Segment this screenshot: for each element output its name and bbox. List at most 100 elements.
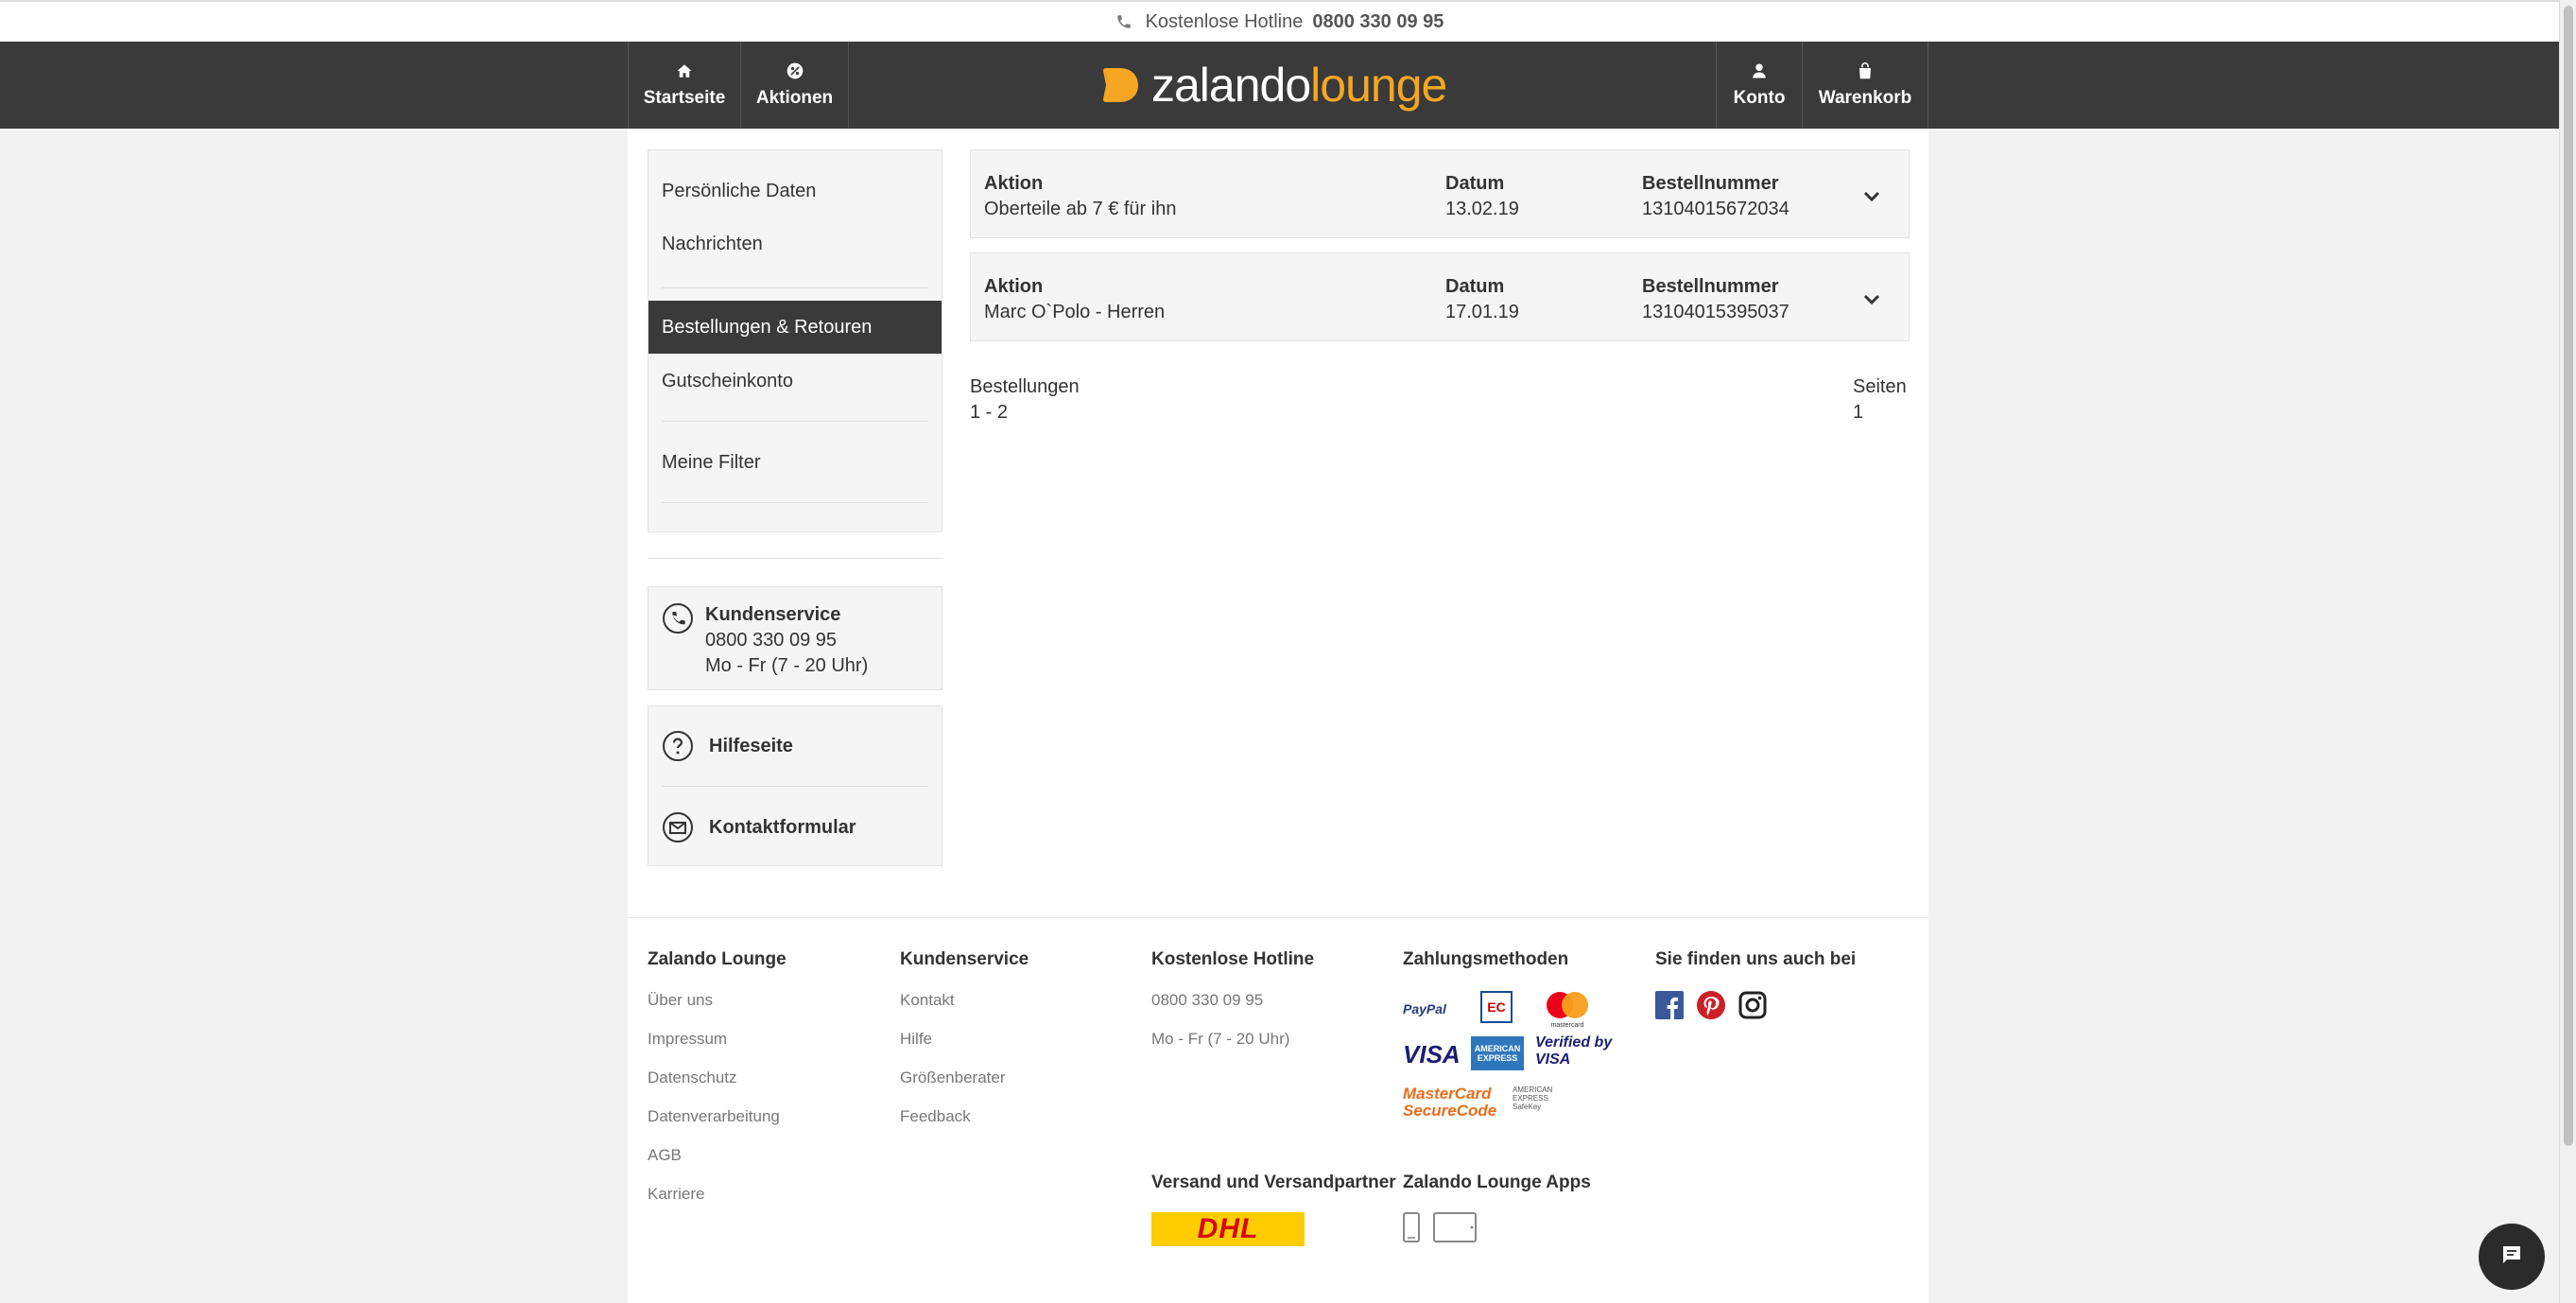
order-number-header: Bestellnummer (1642, 173, 1779, 194)
order-row[interactable]: Aktion Marc O`Polo - Herren Datum 17.01.… (970, 252, 1910, 341)
facebook-icon[interactable] (1655, 991, 1684, 1024)
page-scrollbar[interactable] (2559, 0, 2576, 1303)
footer-hotline-number[interactable]: 0800 330 09 95 (1151, 991, 1314, 1030)
order-action-value: Marc O`Polo - Herren (984, 302, 1166, 322)
hotline-number[interactable]: 0800 330 09 95 (1312, 11, 1444, 33)
nav-warenkorb[interactable]: Warenkorb (1803, 42, 1928, 129)
app-devices (1403, 1212, 1591, 1247)
pagination: Seiten 1 (1853, 374, 1907, 426)
sidebar-item-nachrichten[interactable]: Nachrichten (648, 217, 942, 270)
sidebar-item-persoenliche-daten[interactable]: Persönliche Daten (648, 165, 942, 217)
amex-safekey-text: AMERICAN EXPRESS SafeKey (1513, 1086, 1553, 1111)
customer-service-phone[interactable]: 0800 330 09 95 (705, 628, 868, 653)
orders-count: Bestellungen 1 - 2 (970, 374, 1080, 426)
footer-heading: Sie finden uns auch bei (1655, 949, 1857, 969)
main-container: Persönliche Daten Nachrichten Bestellung… (628, 129, 1928, 1303)
tablet-icon[interactable] (1433, 1212, 1477, 1247)
help-box: Hilfeseite Kontaktformular (648, 705, 942, 866)
instagram-icon[interactable] (1738, 991, 1767, 1024)
nav-startseite[interactable]: Startseite (628, 42, 741, 129)
sidebar-divider (662, 421, 928, 422)
chat-button[interactable] (2479, 1224, 2545, 1290)
logo-mark-icon (1103, 68, 1138, 102)
footer-col-apps: Zalando Lounge Apps (1403, 1173, 1591, 1247)
footer-link-agb[interactable]: AGB (648, 1146, 787, 1185)
paypal-logo: PayPal (1403, 995, 1460, 1023)
visa-logo: VISA (1403, 1038, 1461, 1070)
footer-col-zalando: Zalando Lounge Über uns Impressum Datens… (648, 949, 787, 1224)
footer-col-shipping: Versand und Versandpartner DHL (1151, 1173, 1396, 1246)
sidebar-item-bestellungen-retouren[interactable]: Bestellungen & Retouren (648, 301, 942, 354)
sidebar-item-label: Gutscheinkonto (662, 370, 793, 391)
chat-icon (2500, 1243, 2523, 1271)
footer-col-payments: Zahlungsmethoden PayPal EC mastercard VI… (1403, 949, 1630, 1123)
visa-logo-text: VISA (1403, 1039, 1461, 1068)
page-number[interactable]: 1 (1853, 400, 1907, 426)
customer-service-hours: Mo - Fr (7 - 20 Uhr) (705, 655, 869, 676)
pages-label: Seiten (1853, 376, 1907, 397)
footer-heading: Zalando Lounge (648, 949, 787, 969)
help-page-link[interactable]: Hilfeseite (648, 706, 942, 786)
footer-link-datenverarbeitung[interactable]: Datenverarbeitung (648, 1107, 787, 1146)
mastercard-securecode-logo: MasterCard SecureCode (1403, 1086, 1507, 1123)
order-action-header: Aktion (984, 276, 1044, 297)
amex-logo: AMERICAN EXPRESS (1471, 1036, 1524, 1070)
mastercard-logo-text: mastercard (1550, 1022, 1584, 1029)
orders-count-label: Bestellungen (970, 376, 1080, 397)
customer-service-box: Kundenservice 0800 330 09 95 Mo - Fr (7 … (648, 586, 942, 690)
nav-aktionen[interactable]: Aktionen (741, 42, 849, 129)
footer-link-karriere[interactable]: Karriere (648, 1185, 787, 1224)
mastercard-securecode-text: MasterCard SecureCode (1403, 1085, 1497, 1120)
sidebar-divider (648, 558, 942, 559)
order-action-header: Aktion (984, 173, 1044, 194)
footer-link-impressum[interactable]: Impressum (648, 1030, 787, 1068)
zalando-lounge-logo[interactable]: zalando lounge (1100, 59, 1447, 112)
footer-link-feedback[interactable]: Feedback (900, 1107, 1029, 1146)
verified-by-visa-logo: Verified by VISA (1535, 1034, 1622, 1072)
order-date-header: Datum (1445, 276, 1505, 297)
mail-icon (662, 811, 694, 843)
contact-form-label: Kontaktformular (709, 816, 856, 838)
user-icon (1751, 61, 1768, 80)
footer-link-datenschutz[interactable]: Datenschutz (648, 1068, 787, 1107)
help-divider (662, 786, 928, 787)
question-icon (662, 730, 694, 762)
sidebar-divider (662, 287, 928, 288)
home-icon (676, 61, 693, 80)
sidebar-item-meine-filter[interactable]: Meine Filter (648, 436, 942, 489)
sidebar-item-label: Bestellungen & Retouren (662, 316, 873, 338)
order-date-value: 13.02.19 (1445, 199, 1519, 219)
phone-icon (662, 602, 694, 639)
nav-konto-label: Konto (1733, 88, 1786, 108)
order-number-header: Bestellnummer (1642, 276, 1779, 297)
footer-link-hilfe[interactable]: Hilfe (900, 1030, 1029, 1068)
footer-hotline-hours: Mo - Fr (7 - 20 Uhr) (1151, 1030, 1290, 1048)
contact-form-link[interactable]: Kontaktformular (648, 788, 942, 867)
hotline-label: Kostenlose Hotline (1145, 10, 1304, 32)
chevron-down-icon[interactable] (1863, 289, 1880, 311)
sidebar-item-label: Meine Filter (662, 451, 761, 473)
footer-link-groessenberater[interactable]: Größenberater (900, 1068, 1029, 1107)
scrollbar-thumb[interactable] (2564, 6, 2573, 1146)
smartphone-icon[interactable] (1403, 1212, 1420, 1247)
amex-safekey-logo: AMERICAN EXPRESS SafeKey (1513, 1086, 1630, 1123)
order-action-value: Oberteile ab 7 € für ihn (984, 199, 1177, 219)
dhl-logo: DHL (1151, 1212, 1305, 1246)
order-number-value: 13104015672034 (1642, 199, 1789, 219)
social-icons (1655, 991, 1856, 1024)
nav-konto[interactable]: Konto (1716, 42, 1803, 129)
ec-logo-text: EC (1487, 999, 1506, 1015)
chevron-down-icon[interactable] (1863, 186, 1880, 208)
footer-col-service: Kundenservice Kontakt Hilfe Größenberate… (900, 949, 1029, 1146)
sidebar-item-gutscheinkonto[interactable]: Gutscheinkonto (648, 355, 942, 408)
order-row[interactable]: Aktion Oberteile ab 7 € für ihn Datum 13… (970, 149, 1910, 238)
nav-startseite-label: Startseite (643, 88, 726, 108)
pinterest-icon[interactable] (1697, 991, 1725, 1024)
sale-icon (786, 61, 804, 80)
bag-icon (1858, 61, 1873, 80)
account-sidebar: Persönliche Daten Nachrichten Bestellung… (648, 149, 942, 532)
ec-logo: EC (1480, 991, 1513, 1023)
customer-service-title: Kundenservice (705, 604, 841, 625)
footer-link-kontakt[interactable]: Kontakt (900, 991, 1029, 1030)
footer-link-ueber-uns[interactable]: Über uns (648, 991, 787, 1030)
